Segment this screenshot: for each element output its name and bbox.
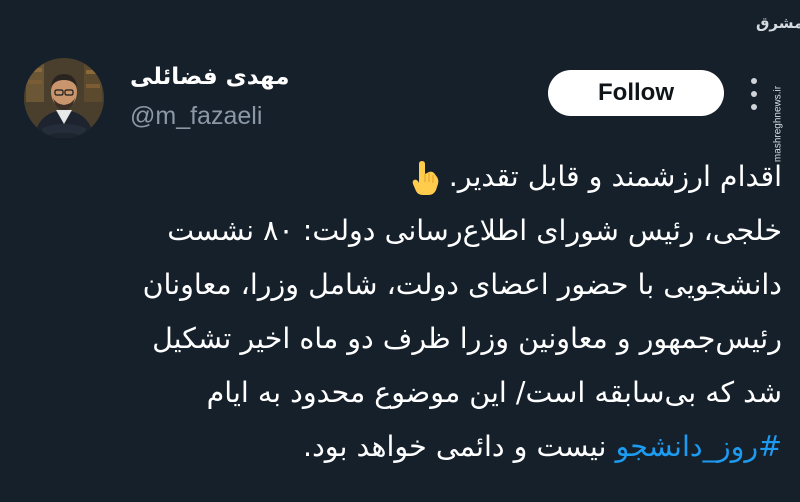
avatar[interactable]: [24, 58, 104, 138]
more-vertical-icon[interactable]: [748, 78, 760, 110]
follow-button[interactable]: Follow: [548, 70, 724, 116]
hashtag-link[interactable]: #روز_دانشجو: [615, 430, 782, 463]
user-handle[interactable]: @m_fazaeli: [130, 102, 262, 131]
tweet-line-text: نیست و دائمی خواهد بود.: [303, 430, 616, 463]
tweet-text: اقدام ارزشمند و قابل تقدیر. خلجی، رئیس ش…: [60, 150, 782, 474]
watermark-logo: مشرق: [756, 14, 800, 32]
pointing-down-hand-icon: [412, 161, 439, 195]
tweet-line: دانشجویی با حضور اعضای دولت، شامل وزرا، …: [142, 268, 782, 301]
tweet-line: #روز_دانشجو نیست و دائمی خواهد بود.: [60, 420, 782, 474]
tweet-line: شد که بی‌سابقه است/ این موضوع محدود به ا…: [206, 376, 782, 409]
tweet-line: خلجی، رئیس شورای اطلاع‌رسانی دولت: ۸۰ نش…: [167, 214, 782, 247]
tweet-line: رئیس‌جمهور و معاونین وزرا ظرف دو ماه اخی…: [152, 322, 782, 355]
avatar-photo: [24, 58, 104, 138]
display-name[interactable]: مهدی فضائلی: [130, 64, 289, 90]
tweet-line: اقدام ارزشمند و قابل تقدیر.: [60, 150, 782, 204]
tweet-line-text: اقدام ارزشمند و قابل تقدیر.: [448, 160, 782, 193]
